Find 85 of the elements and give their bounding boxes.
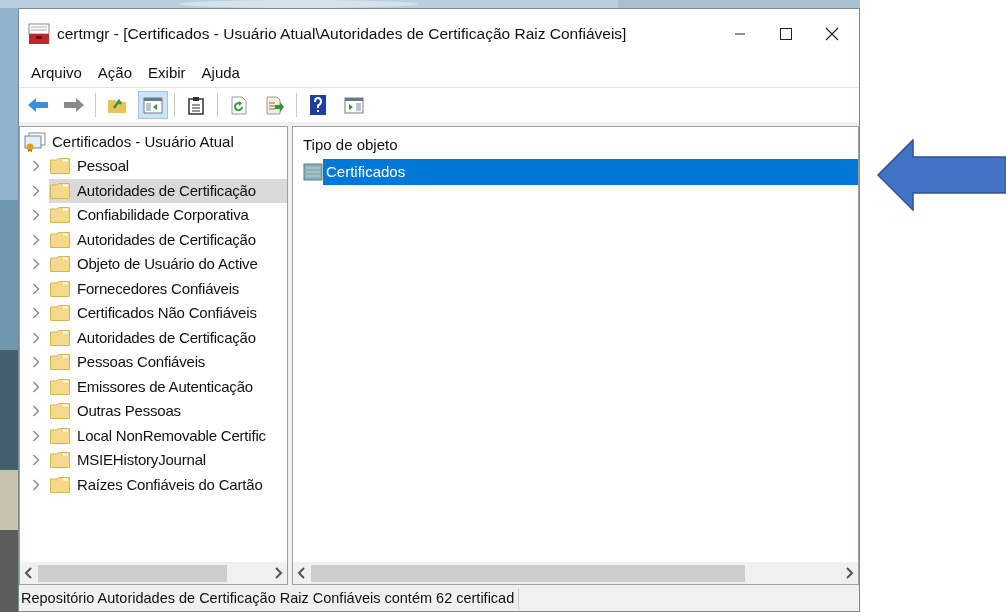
folder-icon [50, 207, 70, 224]
expand-chevron-icon[interactable] [32, 258, 40, 271]
menu-item[interactable]: Ação [89, 61, 141, 85]
expand-chevron-icon[interactable] [32, 429, 40, 442]
certificates-store-icon [303, 163, 323, 181]
expand-chevron-icon[interactable] [32, 184, 40, 197]
folder-icon [50, 256, 70, 273]
toolbox-app-icon [28, 23, 50, 45]
tree-item[interactable]: Confiabilidade Corporativa [49, 203, 287, 228]
tree-item[interactable]: Autoridades de Certificação [49, 178, 287, 203]
expand-chevron-icon[interactable] [32, 380, 40, 393]
tree-item[interactable]: Pessoas Confiáveis [49, 350, 287, 375]
scrollbar-thumb[interactable] [38, 564, 228, 582]
tree-item[interactable]: Local NonRemovable Certific [49, 423, 287, 448]
menu-item[interactable]: Ajuda [193, 61, 248, 85]
tree-item[interactable]: Raízes Confiáveis do Cartão [49, 472, 287, 497]
folder-icon [50, 452, 70, 469]
folder-icon [50, 403, 70, 420]
menu-item[interactable]: Exibir [140, 61, 194, 85]
tree-item[interactable]: Autoridades de Certificação [49, 227, 287, 252]
list-row[interactable]: Certificados [323, 159, 858, 185]
expand-chevron-icon[interactable] [32, 282, 40, 295]
expand-chevron-icon[interactable] [32, 209, 40, 222]
expand-chevron-icon[interactable] [32, 454, 40, 467]
expand-chevron-icon[interactable] [32, 356, 40, 369]
tree-item[interactable]: MSIEHistoryJournal [49, 448, 287, 473]
tree-item[interactable]: Pessoal [49, 154, 287, 179]
folder-icon [50, 354, 70, 371]
tree-item-label: Autoridades de Certificação [77, 180, 256, 201]
folder-icon [50, 378, 70, 395]
tree-item[interactable]: Outras Pessoas [49, 399, 287, 424]
expand-chevron-icon[interactable] [32, 307, 40, 320]
folder-icon [50, 305, 70, 322]
tree-item-label: Pessoas Confiáveis [77, 352, 206, 372]
tree-item-label: Raízes Confiáveis do Cartão [77, 474, 263, 495]
menu-item[interactable]: Arquivo [23, 61, 90, 85]
column-header[interactable]: Tipo de objeto [303, 133, 858, 157]
expand-chevron-icon[interactable] [32, 233, 40, 246]
tree-item-label: Confiabilidade Corporativa [77, 205, 249, 225]
tree-item-label: Local NonRemovable Certific [77, 425, 266, 446]
folder-icon [50, 231, 70, 248]
folder-icon [50, 427, 70, 444]
export-list-icon [265, 95, 285, 115]
scroll-left-icon[interactable] [24, 567, 34, 579]
folder-icon [50, 182, 70, 199]
tree-item-label: Outras Pessoas [77, 401, 181, 421]
folder-icon [50, 329, 70, 346]
tree-item-label: Fornecedores Confiáveis [77, 278, 240, 299]
tree-item-label: Certificados Não Confiáveis [77, 303, 257, 323]
tree-item[interactable]: Fornecedores Confiáveis [49, 276, 287, 301]
action-pane-icon [344, 96, 364, 114]
tree-item[interactable]: Certificados Não Confiáveis [49, 301, 287, 326]
scroll-left-icon[interactable] [297, 567, 307, 579]
window-title: certmgr - [Certificados - Usuário Atual\Autoridades de Certificação Raiz Confiáveis] [57, 24, 627, 45]
expand-chevron-icon[interactable] [32, 405, 40, 418]
left-arrow-icon [877, 139, 1006, 211]
scroll-right-icon[interactable] [273, 567, 283, 579]
tree-item-label: Autoridades de Certificação [77, 229, 256, 250]
scroll-right-icon[interactable] [844, 567, 854, 579]
expand-chevron-icon[interactable] [32, 331, 40, 344]
forward-arrow-icon [63, 97, 85, 113]
expand-chevron-icon[interactable] [32, 478, 40, 491]
folder-icon [50, 158, 70, 175]
folder-icon [50, 476, 70, 493]
back-arrow-icon [27, 97, 49, 113]
tree-root-label[interactable]: Certificados - Usuário Atual [52, 130, 234, 154]
tree-item-label: Objeto de Usuário do Active [77, 254, 258, 274]
tree-item-label: Autoridades de Certificação [77, 327, 256, 348]
tree-item[interactable]: Objeto de Usuário do Active [49, 252, 287, 277]
scrollbar-thumb[interactable] [311, 564, 745, 582]
folder-icon [50, 280, 70, 297]
horizontal-scrollbar[interactable] [20, 562, 287, 584]
tree-item-label: MSIEHistoryJournal [77, 450, 206, 470]
certificate-store-icon [24, 132, 46, 152]
clipboard-icon [188, 95, 204, 115]
tree-item[interactable]: Autoridades de Certificação [49, 325, 287, 350]
console-tree-icon [143, 96, 163, 114]
tree-item-label: Pessoal [77, 156, 129, 176]
tree-item-label: Emissores de Autenticação [77, 376, 253, 397]
expand-chevron-icon[interactable] [32, 160, 40, 173]
help-icon [310, 95, 326, 115]
tree-item[interactable]: Emissores de Autenticação [49, 374, 287, 399]
refresh-icon [230, 95, 248, 115]
horizontal-scrollbar[interactable] [293, 562, 858, 584]
status-text: Repositório Autoridades de Certificação Raiz Confiáveis contém 62 certificad [19, 588, 520, 610]
